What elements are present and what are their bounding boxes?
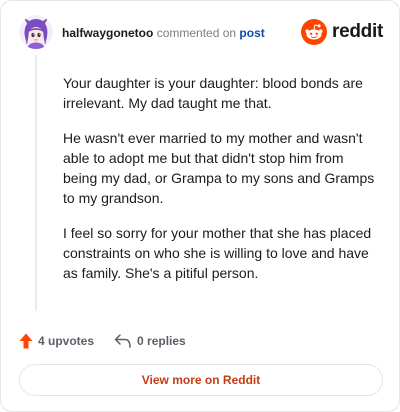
comment-paragraph: Your daughter is your daughter: blood bo… [63, 75, 363, 111]
comment-body: Your daughter is your daughter: blood bo… [63, 73, 379, 298]
upvote-arrow-icon [19, 333, 33, 349]
comment-header: halfwaygonetoo commented on post reddit [19, 15, 383, 51]
reddit-logo-text: reddit [332, 21, 383, 42]
comment-paragraph: I feel so sorry for your mother that she… [63, 225, 372, 281]
upvote-button[interactable]: 4 upvotes [19, 333, 94, 349]
comment-paragraph: He wasn't ever married to my mother and … [63, 130, 375, 206]
commented-on-text: commented on [156, 26, 237, 40]
avatar[interactable] [19, 15, 53, 49]
replies-button[interactable]: 0 replies [114, 333, 186, 349]
reddit-comment-embed: halfwaygonetoo commented on post reddit … [0, 0, 400, 412]
reply-arrow-icon [114, 334, 131, 348]
reddit-snoo-icon [301, 19, 328, 45]
comment-attribution: halfwaygonetoo commented on post [62, 26, 265, 40]
anime-character-avatar-icon [19, 15, 53, 49]
username[interactable]: halfwaygonetoo [62, 26, 153, 40]
reddit-logo[interactable]: reddit [301, 19, 383, 45]
comment-actions: 4 upvotes 0 replies [19, 331, 186, 351]
post-link[interactable]: post [239, 26, 264, 40]
view-more-on-reddit-button[interactable]: View more on Reddit [19, 364, 383, 396]
upvotes-count: 4 upvotes [38, 334, 95, 348]
thread-line [35, 55, 37, 311]
replies-count: 0 replies [137, 334, 186, 348]
